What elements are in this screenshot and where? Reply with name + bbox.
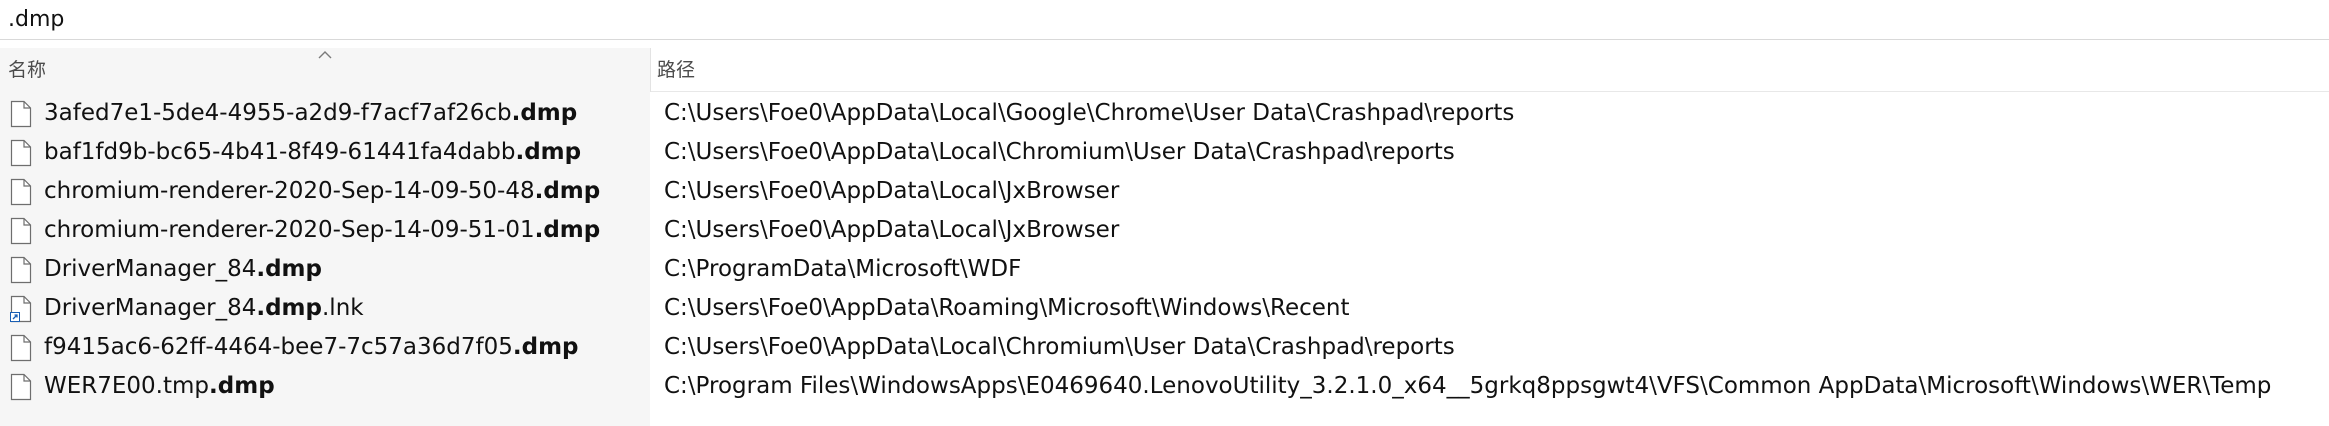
column-header-path-label: 路径 [657,59,696,81]
shortcut-file-icon [10,295,32,323]
file-name: DriverManager_84.dmp [44,250,644,289]
file-name-base: chromium-renderer-2020-Sep-14-09-51-01 [44,217,535,243]
file-name-base: DriverManager_84 [44,295,257,321]
search-input[interactable] [8,3,2308,35]
document-file-icon [10,178,32,206]
file-path: C:\Users\Foe0\AppData\Local\Chromium\Use… [664,139,1455,165]
column-header-path[interactable]: 路径 [651,48,2329,92]
file-name: f9415ac6-62ff-4464-bee7-7c57a36d7f05.dmp [44,328,644,367]
file-name-extension: .dmp [209,373,275,399]
file-name-extension: .dmp [534,217,601,243]
file-name-base: f9415ac6-62ff-4464-bee7-7c57a36d7f05 [44,334,513,360]
file-path: C:\Users\Foe0\AppData\Local\Chromium\Use… [664,334,1455,360]
search-bar [0,0,2329,40]
sort-ascending-arrow-icon [318,51,332,59]
file-name-extension: .dmp [512,334,579,360]
table-row[interactable]: chromium-renderer-2020-Sep-14-09-51-01.d… [0,211,2329,250]
document-file-icon [10,373,32,401]
file-name-base: DriverManager_84 [44,256,257,282]
file-name-base: 3afed7e1-5de4-4955-a2d9-f7acf7af26cb [44,100,512,126]
document-file-icon [10,217,32,245]
file-name: DriverManager_84.dmp.lnk [44,289,644,328]
table-row[interactable]: f9415ac6-62ff-4464-bee7-7c57a36d7f05.dmp… [0,328,2329,367]
table-row[interactable]: 3afed7e1-5de4-4955-a2d9-f7acf7af26cb.dmp… [0,94,2329,133]
file-name-extension: .dmp [515,139,582,165]
file-path: C:\ProgramData\Microsoft\WDF [664,256,1022,282]
results-list: 名称 路径 3afed7e1-5de4-4955-a2d9-f7acf7af26… [0,48,2329,426]
file-name: 3afed7e1-5de4-4955-a2d9-f7acf7af26cb.dmp [44,94,644,133]
column-header-name-label: 名称 [8,59,47,81]
file-path: C:\Users\Foe0\AppData\Local\JxBrowser [664,217,1120,243]
file-name: chromium-renderer-2020-Sep-14-09-50-48.d… [44,172,644,211]
file-name-extension: .dmp [256,256,322,282]
table-row[interactable]: WER7E00.tmp.dmp C:\Program Files\Windows… [0,367,2329,406]
table-row[interactable]: baf1fd9b-bc65-4b41-8f49-61441fa4dabb.dmp… [0,133,2329,172]
file-name-base: WER7E00.tmp [44,373,210,399]
file-name-suffix: .lnk [322,295,364,321]
table-row[interactable]: chromium-renderer-2020-Sep-14-09-50-48.d… [0,172,2329,211]
file-path: C:\Users\Foe0\AppData\Roaming\Microsoft\… [664,295,1350,321]
file-path: C:\Program Files\WindowsApps\E0469640.Le… [664,373,2272,399]
file-name-base: baf1fd9b-bc65-4b41-8f49-61441fa4dabb [44,139,516,165]
table-row[interactable]: DriverManager_84.dmp C:\ProgramData\Micr… [0,250,2329,289]
column-header-row: 名称 路径 [0,48,2329,92]
file-name-extension: .dmp [534,178,601,204]
file-name-extension: .dmp [511,100,578,126]
file-path: C:\Users\Foe0\AppData\Local\JxBrowser [664,178,1120,204]
results-rows: 3afed7e1-5de4-4955-a2d9-f7acf7af26cb.dmp… [0,94,2329,406]
file-name: chromium-renderer-2020-Sep-14-09-51-01.d… [44,211,644,250]
file-name-extension: .dmp [256,295,322,321]
document-file-icon [10,139,32,167]
file-name-base: chromium-renderer-2020-Sep-14-09-50-48 [44,178,535,204]
file-path: C:\Users\Foe0\AppData\Local\Google\Chrom… [664,100,1515,126]
document-file-icon [10,334,32,362]
document-file-icon [10,100,32,128]
document-file-icon [10,256,32,284]
file-name: baf1fd9b-bc65-4b41-8f49-61441fa4dabb.dmp [44,133,644,172]
table-row[interactable]: DriverManager_84.dmp.lnk C:\Users\Foe0\A… [0,289,2329,328]
file-name: WER7E00.tmp.dmp [44,367,644,406]
